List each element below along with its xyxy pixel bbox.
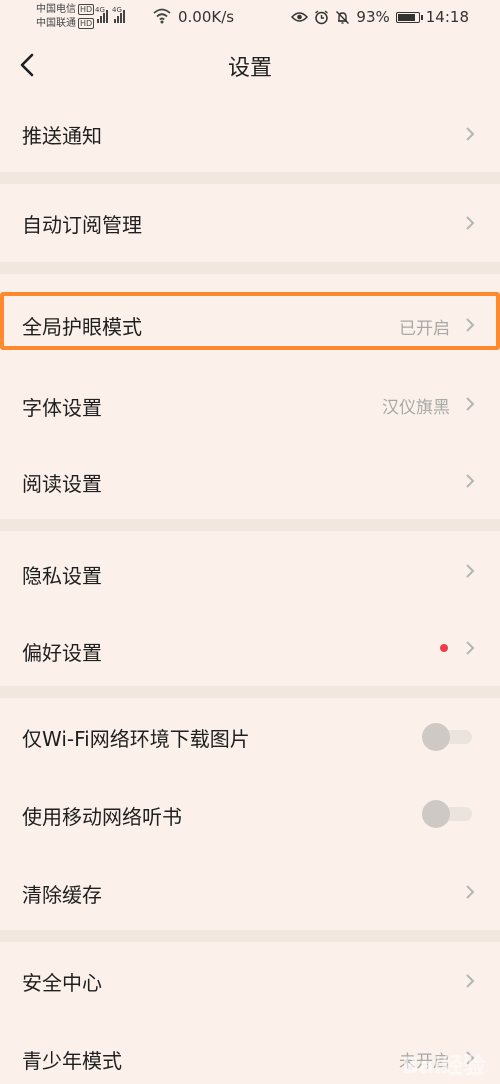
watermark: Bai经验 (380, 1034, 500, 1084)
status-bar: 中国电信 HD 中国联通 HD 4G 4G 0.00K/s 93% 14:18 (0, 0, 500, 34)
settings-row-push[interactable]: 推送通知 (0, 96, 500, 172)
battery-percent: 93% (356, 8, 390, 26)
highlight-box (0, 292, 500, 350)
row-label: 使用移动网络听书 (22, 805, 182, 829)
section-divider (0, 519, 500, 531)
notification-dot (440, 644, 448, 652)
network-gen-label: 4G (95, 6, 105, 14)
watermark-text: Bai经验 (402, 1054, 486, 1079)
settings-row-mobile-audio: 使用移动网络听书 (0, 776, 500, 852)
settings-row-reading[interactable]: 阅读设置 (0, 443, 500, 519)
section-divider (0, 930, 500, 942)
row-label: 推送通知 (22, 124, 102, 148)
signal-icon: 4G (112, 6, 125, 23)
eye-icon (291, 12, 309, 22)
hd-badge: HD (78, 4, 95, 15)
chevron-right-icon (466, 216, 475, 230)
settings-row-wifi-images: 仅Wi-Fi网络环境下载图片 (0, 698, 500, 776)
row-label: 青少年模式 (22, 1049, 122, 1073)
header: 设置 (0, 34, 500, 96)
chevron-right-icon (466, 474, 475, 488)
hd-badge: HD (78, 18, 95, 29)
settings-row-privacy[interactable]: 隐私设置 (0, 531, 500, 611)
chevron-right-icon (466, 127, 475, 141)
row-label: 隐私设置 (22, 564, 102, 588)
carrier-2: 中国联通 (36, 18, 76, 29)
settings-row-security[interactable]: 安全中心 (0, 942, 500, 1020)
alarm-icon (315, 9, 329, 24)
row-label: 仅Wi-Fi网络环境下载图片 (22, 727, 250, 751)
mobile-audio-toggle[interactable] (422, 800, 472, 828)
section-divider (0, 262, 500, 274)
chevron-right-icon (466, 397, 475, 411)
section-divider (0, 172, 500, 184)
wifi-icon (153, 8, 171, 24)
section-divider (0, 686, 500, 698)
signal-icons: 4G 4G (95, 6, 125, 23)
clock: 14:18 (425, 8, 469, 26)
settings-row-font[interactable]: 字体设置 汉仪旗黑 (0, 365, 500, 443)
row-label: 清除缓存 (22, 883, 102, 907)
settings-row-clear-cache[interactable]: 清除缓存 (0, 852, 500, 930)
settings-row-auto-subscribe[interactable]: 自动订阅管理 (0, 184, 500, 262)
battery-icon (395, 11, 423, 23)
status-right: 93% 14:18 (291, 8, 469, 26)
network-gen-label: 4G (112, 6, 122, 14)
row-label: 安全中心 (22, 971, 102, 995)
chevron-right-icon (466, 564, 475, 578)
row-label: 偏好设置 (22, 641, 102, 665)
carrier-1: 中国电信 (36, 4, 76, 15)
row-value: 汉仪旗黑 (382, 398, 450, 418)
chevron-right-icon (466, 885, 475, 899)
net-speed: 0.00K/s (178, 8, 235, 26)
row-label: 自动订阅管理 (22, 213, 142, 237)
chevron-right-icon (466, 641, 475, 655)
row-label: 字体设置 (22, 396, 102, 420)
row-label: 阅读设置 (22, 472, 102, 496)
settings-row-preferences[interactable]: 偏好设置 (0, 611, 500, 686)
page-title: 设置 (227, 56, 272, 81)
chevron-right-icon (466, 974, 475, 988)
wifi-images-toggle[interactable] (422, 723, 472, 751)
carrier-info: 中国电信 HD 中国联通 HD (36, 3, 95, 31)
signal-icon: 4G (95, 6, 108, 23)
mute-bell-icon (336, 10, 350, 24)
